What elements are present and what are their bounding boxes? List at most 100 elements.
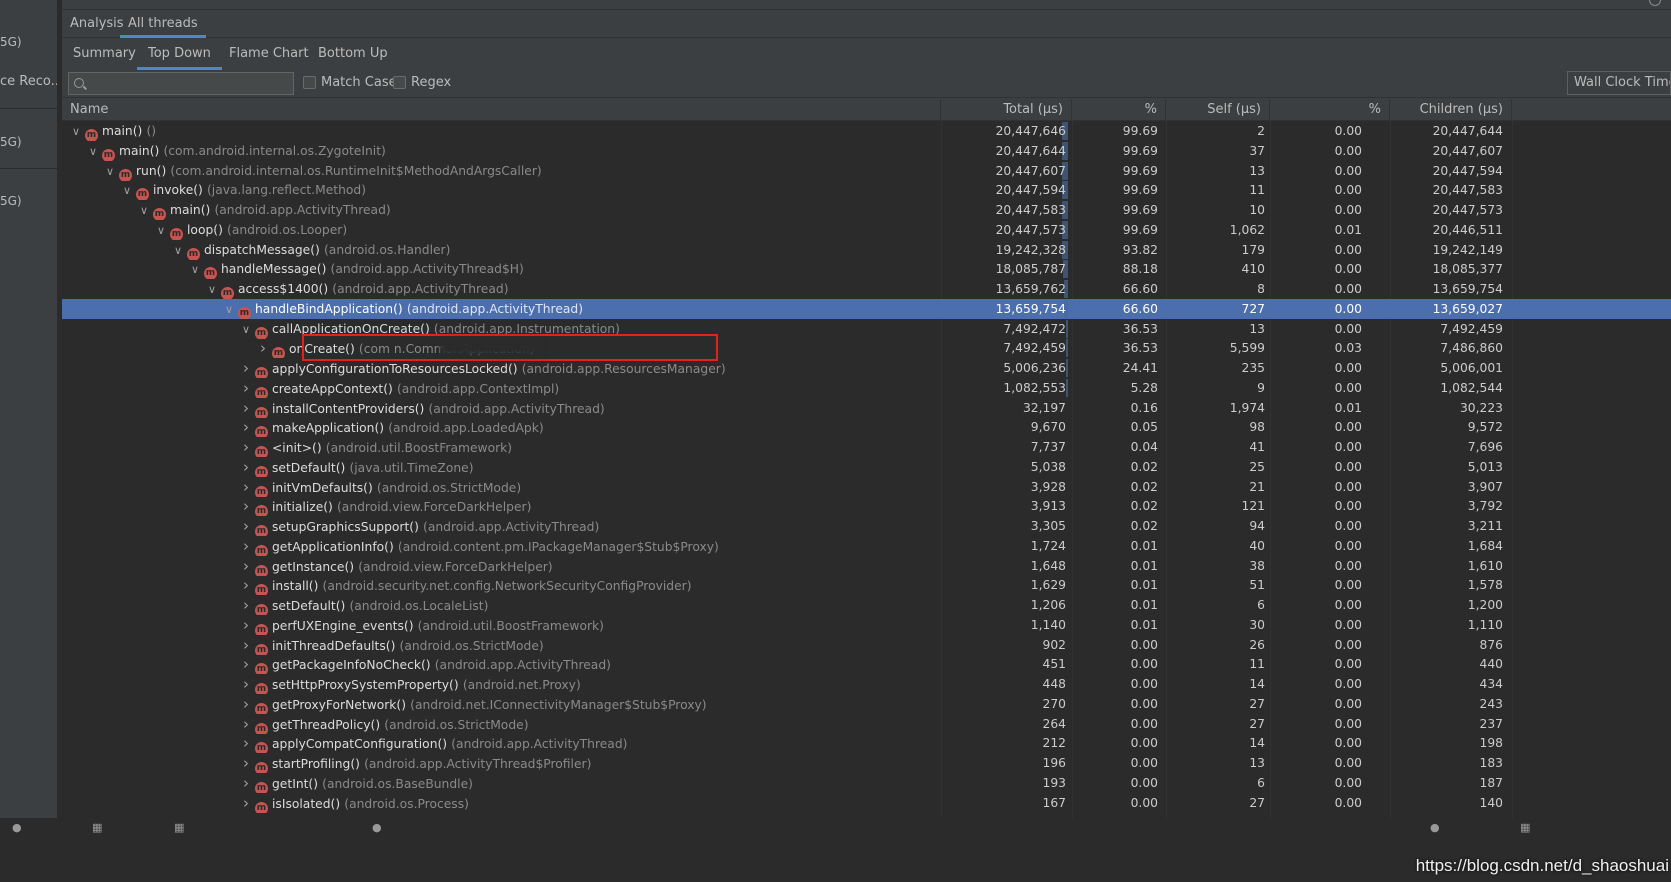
table-row[interactable]: m main() (android.app.ActivityThread) 20,4…	[62, 200, 1671, 220]
table-row[interactable]: m getInstance() (android.view.ForceDarkHe…	[62, 556, 1671, 576]
table-row[interactable]: m setDefault() (android.os.LocaleList) 1,2…	[62, 595, 1671, 615]
self-pct-cell: 0.00	[1334, 657, 1362, 672]
clock-type-select[interactable]: Wall Clock Time	[1567, 71, 1671, 95]
status-item[interactable]: ●	[372, 821, 382, 834]
chevron-down-icon[interactable]	[120, 181, 134, 200]
table-row[interactable]: msetDefault() (java.util.TimeZone)5,0380…	[62, 457, 1671, 477]
search-field[interactable]	[68, 72, 294, 95]
session-item-4[interactable]: 5G)	[0, 194, 22, 208]
search-input[interactable]	[89, 73, 289, 94]
chevron-down-icon[interactable]	[239, 320, 253, 339]
table-row[interactable]: m main() (com.android.internal.os.ZygoteI…	[62, 141, 1671, 161]
table-row[interactable]: monCreate() (com n.CommonApplication)7,4…	[62, 338, 1671, 359]
chevron-down-icon[interactable]	[69, 122, 83, 141]
table-row[interactable]: m <init>() (android.util.BoostFramework) 7…	[62, 437, 1671, 457]
table-row[interactable]: m getThreadPolicy() (android.os.StrictMod…	[62, 714, 1671, 734]
chevron-right-icon[interactable]	[239, 654, 253, 674]
table-row[interactable]: m handleBindApplication() (android.app.Ac…	[62, 298, 1671, 319]
chevron-down-icon[interactable]	[154, 221, 168, 240]
chevron-right-icon[interactable]	[239, 733, 253, 753]
tab-flame-chart[interactable]: Flame Chart	[218, 40, 320, 70]
session-item-3[interactable]: 5G)	[0, 135, 22, 149]
column-header-self-pct[interactable]: %	[1270, 99, 1390, 121]
table-row[interactable]: m initialize() (android.view.ForceDarkHel…	[62, 496, 1671, 517]
table-row[interactable]: m setupGraphicsSupport() (android.app.Act…	[62, 516, 1671, 536]
status-item[interactable]: ▦	[1520, 821, 1530, 834]
chevron-down-icon[interactable]	[103, 162, 117, 181]
match-case-checkbox[interactable]	[303, 76, 316, 89]
table-row[interactable]: m initVmDefaults() (android.os.StrictMode…	[62, 477, 1671, 497]
status-item[interactable]: ▦	[92, 821, 102, 834]
table-row[interactable]: mloop() (android.os.Looper)20,447,57399.…	[62, 220, 1671, 240]
column-header-self[interactable]: Self (μs)	[1166, 99, 1270, 121]
chevron-down-icon[interactable]	[188, 260, 202, 279]
status-item[interactable]: ●	[1430, 821, 1440, 834]
table-row[interactable]: m callApplicationOnCreate() (android.app.…	[62, 319, 1671, 339]
table-row[interactable]: m startProfiling() (android.app.ActivityT…	[62, 753, 1671, 773]
chevron-right-icon[interactable]	[239, 417, 253, 437]
chevron-right-icon[interactable]	[239, 477, 253, 497]
chevron-right-icon[interactable]	[239, 516, 253, 536]
table-row[interactable]: m setHttpProxySystemProperty() (android.n…	[62, 674, 1671, 694]
chevron-down-icon[interactable]	[222, 300, 236, 319]
chevron-right-icon[interactable]	[239, 496, 253, 516]
tab-top-down[interactable]: Top Down	[137, 40, 222, 70]
column-header-name[interactable]: Name	[62, 99, 941, 121]
chevron-right-icon[interactable]	[239, 714, 253, 734]
table-row[interactable]: misIsolated() (android.os.Process)1670.0…	[62, 793, 1671, 813]
table-row[interactable]: m perfUXEngine_events() (android.util.Boo…	[62, 615, 1671, 635]
chevron-down-icon[interactable]	[86, 142, 100, 161]
table-row[interactable]: mgetInt() (android.os.BaseBundle)1930.00…	[62, 773, 1671, 793]
chevron-right-icon[interactable]	[239, 615, 253, 635]
chevron-down-icon[interactable]	[137, 201, 151, 220]
method-name: loop()	[187, 222, 223, 237]
chevron-right-icon[interactable]	[239, 635, 253, 655]
chevron-down-icon[interactable]	[171, 241, 185, 260]
table-row[interactable]: m install() (android.security.net.config.…	[62, 575, 1671, 596]
table-row[interactable]: m getPackageInfoNoCheck() (android.app.Ac…	[62, 654, 1671, 675]
chevron-right-icon[interactable]	[239, 674, 253, 694]
column-header-total-pct[interactable]: %	[1072, 99, 1166, 121]
table-row[interactable]: m applyConfigurationToResourcesLocked() (…	[62, 358, 1671, 378]
table-row[interactable]: m getApplicationInfo() (android.content.p…	[62, 536, 1671, 556]
chevron-right-icon[interactable]	[239, 536, 253, 556]
table-row[interactable]: m installContentProviders() (android.app.…	[62, 398, 1671, 418]
chevron-right-icon[interactable]	[239, 457, 253, 477]
table-row[interactable]: m invoke() (java.lang.reflect.Method) 20,4…	[62, 180, 1671, 201]
regex-checkbox[interactable]	[393, 76, 406, 89]
tab-all-threads[interactable]: All threads	[120, 12, 206, 38]
table-row[interactable]: m access$1400() (android.app.ActivityThre…	[62, 279, 1671, 299]
table-row[interactable]: m applyCompatConfiguration() (android.app…	[62, 733, 1671, 754]
tab-summary[interactable]: Summary	[62, 40, 147, 70]
chevron-right-icon[interactable]	[239, 694, 253, 714]
chevron-right-icon[interactable]	[239, 575, 253, 595]
chevron-right-icon[interactable]	[239, 773, 253, 793]
table-row[interactable]: mmain() ()20,447,64699.6920.0020,447,644	[62, 121, 1671, 141]
table-row[interactable]: m run() (com.android.internal.os.RuntimeI…	[62, 161, 1671, 181]
chevron-right-icon[interactable]	[239, 398, 253, 418]
chevron-right-icon[interactable]	[239, 378, 253, 398]
chevron-right-icon[interactable]	[239, 793, 253, 813]
status-item[interactable]: ●	[12, 821, 22, 834]
chevron-right-icon[interactable]	[239, 437, 253, 457]
table-row[interactable]: m getProxyForNetwork() (android.net.IConn…	[62, 694, 1671, 714]
chevron-right-icon[interactable]	[239, 753, 253, 773]
tab-bottom-up[interactable]: Bottom Up	[307, 40, 399, 70]
table-row[interactable]: m initThreadDefaults() (android.os.Strict…	[62, 635, 1671, 655]
table-row[interactable]: m handleMessage() (android.app.ActivityTh…	[62, 259, 1671, 280]
chevron-right-icon[interactable]	[256, 338, 270, 358]
status-item[interactable]: ▦	[174, 821, 184, 834]
table-row[interactable]: m createAppContext() (android.app.Context…	[62, 378, 1671, 398]
table-row[interactable]: m makeApplication() (android.app.LoadedAp…	[62, 417, 1671, 438]
table-row[interactable]: m dispatchMessage() (android.os.Handler) 1…	[62, 240, 1671, 260]
chevron-right-icon[interactable]	[239, 595, 253, 615]
chevron-down-icon[interactable]	[205, 280, 219, 299]
session-item-2[interactable]: ce Reco...	[0, 74, 57, 89]
method-name-cell: m run() (com.android.internal.os.RuntimeI…	[62, 161, 940, 181]
chevron-right-icon[interactable]	[239, 358, 253, 378]
session-item-1[interactable]: 5G)	[0, 35, 22, 49]
help-icon[interactable]	[1649, 0, 1661, 6]
column-header-children[interactable]: Children (μs)	[1390, 99, 1512, 121]
column-header-total[interactable]: Total (μs)	[941, 99, 1072, 121]
chevron-right-icon[interactable]	[239, 556, 253, 576]
